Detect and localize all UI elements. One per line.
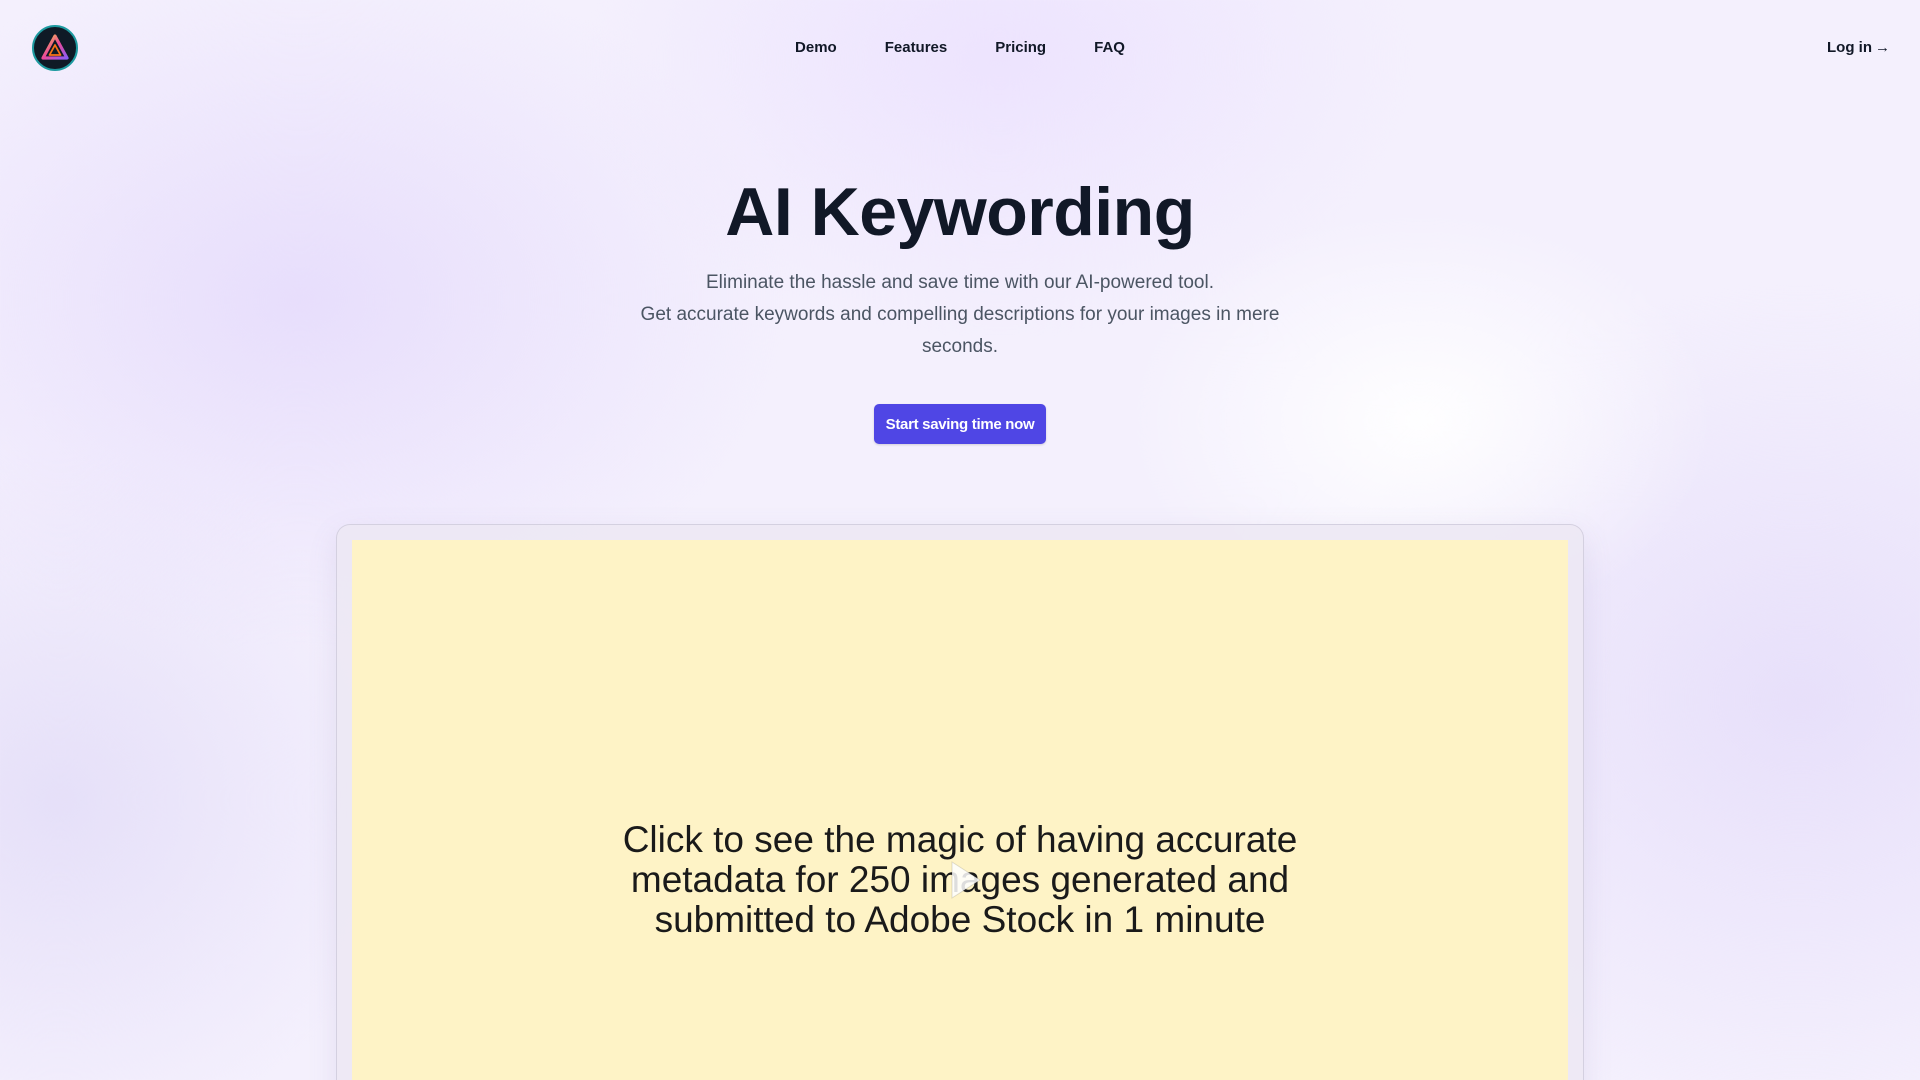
logo[interactable] <box>32 25 78 71</box>
nav-features[interactable]: Features <box>885 38 948 58</box>
hero-subtitle: Eliminate the hassle and save time with … <box>620 267 1300 363</box>
start-saving-button[interactable]: Start saving time now <box>874 404 1046 444</box>
hero-subtitle-line-2: Get accurate keywords and compelling des… <box>640 304 1280 357</box>
nav-faq[interactable]: FAQ <box>1094 38 1125 58</box>
triangle-logo-icon <box>41 34 69 60</box>
nav-demo[interactable]: Demo <box>795 38 837 58</box>
demo-video[interactable] <box>352 540 1568 1080</box>
login-label: Log in <box>1827 39 1872 56</box>
hero-subtitle-line-1: Eliminate the hassle and save time with … <box>706 272 1214 293</box>
nav-pricing[interactable]: Pricing <box>995 38 1046 58</box>
login-link[interactable]: Log in → <box>1827 38 1890 58</box>
page-title: AI Keywording <box>725 174 1195 250</box>
main-nav: Demo Features Pricing FAQ <box>0 38 1920 58</box>
nav-links: Demo Features Pricing FAQ <box>795 38 1125 58</box>
arrow-right-icon: → <box>1875 39 1890 56</box>
